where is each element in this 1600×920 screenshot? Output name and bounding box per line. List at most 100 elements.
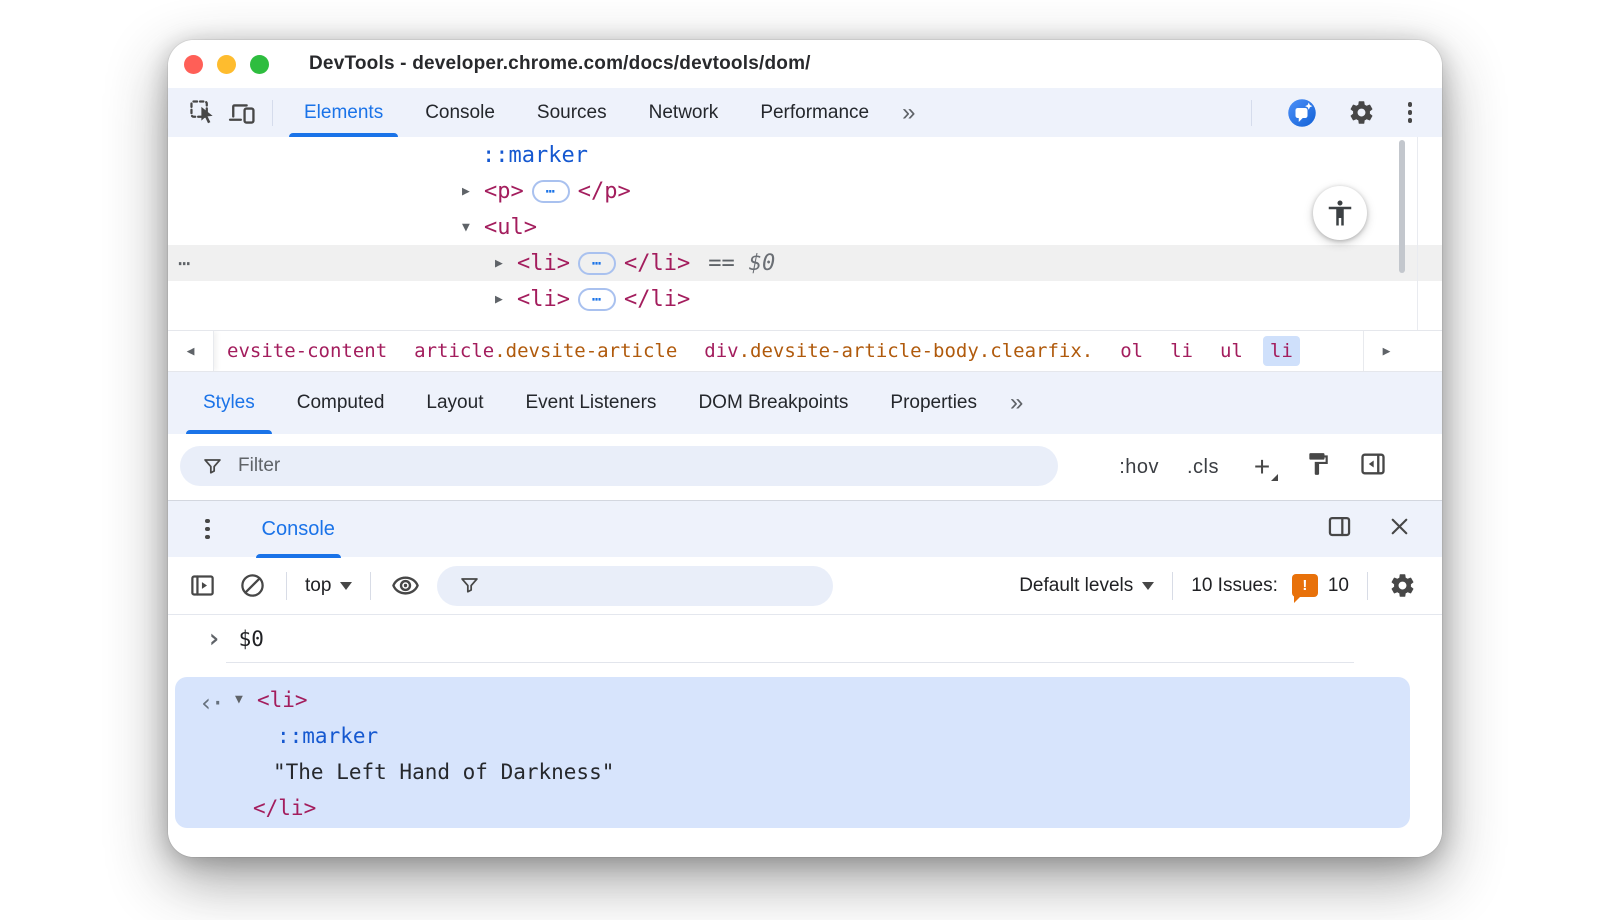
disclosure-open-icon[interactable]: ▼ <box>235 682 257 718</box>
collapsed-children-ellipsis[interactable]: ⋯ <box>531 179 570 203</box>
breadcrumb-scroll-right-icon[interactable]: ▶ <box>1363 331 1409 371</box>
console-prompt-chevron-icon: › <box>206 624 222 654</box>
tab-network[interactable]: Network <box>628 88 740 137</box>
toolbar-separator <box>1250 99 1252 126</box>
result-row-text[interactable]: "The Left Hand of Darkness" <box>175 754 1410 790</box>
tab-computed[interactable]: Computed <box>276 372 406 434</box>
dom-row-li[interactable]: ▶ <li> ⋯ </li> <box>168 281 1442 317</box>
settings-gear-icon[interactable] <box>1342 93 1382 133</box>
li-close-tag: </li> <box>253 796 317 820</box>
device-toolbar-icon[interactable] <box>222 93 262 133</box>
result-row-marker[interactable]: ::marker <box>175 718 1410 754</box>
collapsed-children-ellipsis[interactable]: ⋯ <box>577 287 616 311</box>
more-tabs-icon[interactable]: » <box>890 99 927 127</box>
dom-row-ul[interactable]: ▼ <ul> <box>168 209 1442 245</box>
console-toolbar-right: Default levels 10 Issues: ! 10 <box>1019 570 1418 603</box>
console-messages-area: › $0 ‹· ▼ <li> ::marker "The Left Hand o… <box>168 615 1442 857</box>
dom-breadcrumb-bar: ◀ evsite-content article.devsite-article… <box>168 330 1442 372</box>
vertical-scrollbar[interactable] <box>1399 140 1405 273</box>
toolbar-separator <box>1367 571 1368 600</box>
li-open-tag: <li> <box>257 688 308 712</box>
elements-tree-panel: ::marker ▶ <p> ⋯ </p> ▼ <ul> ⋯ ▶ <li> ⋯ … <box>168 137 1442 330</box>
disclosure-open-icon[interactable]: ▼ <box>462 220 484 235</box>
crumb-li-selected[interactable]: li <box>1262 336 1300 366</box>
tab-performance[interactable]: Performance <box>739 88 890 137</box>
inspect-element-icon[interactable] <box>182 93 222 133</box>
minimize-window-button[interactable] <box>217 54 236 74</box>
main-toolbar-right-tools <box>1241 93 1419 133</box>
console-evaluated-expression: $0 <box>238 627 264 651</box>
dom-row-marker[interactable]: ::marker <box>168 137 1442 173</box>
more-tabs-icon[interactable]: » <box>998 389 1035 417</box>
accessibility-fab-button[interactable] <box>1313 186 1367 240</box>
dom-row-p[interactable]: ▶ <p> ⋯ </p> <box>168 173 1442 209</box>
console-result-selected[interactable]: ‹· ▼ <li> ::marker "The Left Hand of Dar… <box>175 677 1410 828</box>
toggle-hover-state-button[interactable]: :hov <box>1119 456 1159 479</box>
result-row-li-open[interactable]: ▼ <li> <box>175 682 1410 718</box>
dock-panel-left-icon[interactable] <box>1359 450 1387 484</box>
disclosure-closed-icon[interactable]: ▶ <box>495 292 517 307</box>
crumb-devsite-content[interactable]: evsite-content <box>220 336 394 366</box>
tab-dom-breakpoints[interactable]: DOM Breakpoints <box>677 372 869 434</box>
pseudo-element-marker: ::marker <box>277 724 379 748</box>
split-panel-icon[interactable] <box>1326 513 1353 545</box>
p-open-tag: <p> <box>484 178 524 204</box>
toolbar-separator <box>370 571 372 600</box>
breadcrumb: evsite-content article.devsite-article d… <box>220 336 1300 366</box>
node-options-dots-icon[interactable]: ⋯ <box>178 245 191 281</box>
styles-toolbar-buttons: :hov .cls + <box>1119 434 1387 500</box>
pseudo-element-marker[interactable]: ::marker <box>482 143 588 168</box>
li-open-tag: <li> <box>517 250 570 276</box>
tab-sources[interactable]: Sources <box>516 88 628 137</box>
console-settings-gear-icon[interactable] <box>1386 570 1418 602</box>
styles-filter-toolbar: Filter :hov .cls + <box>168 434 1442 500</box>
li-text-content: "The Left Hand of Darkness" <box>273 760 615 784</box>
toggle-element-classes-button[interactable]: .cls <box>1187 456 1219 479</box>
tab-properties[interactable]: Properties <box>869 372 998 434</box>
clear-console-icon[interactable] <box>236 570 268 602</box>
tab-layout[interactable]: Layout <box>405 372 504 434</box>
crumb-div-article-body[interactable]: div.devsite-article-body.clearfix. <box>697 336 1100 366</box>
console-filter-input[interactable] <box>437 565 834 606</box>
fullscreen-window-button[interactable] <box>250 54 269 74</box>
tab-styles[interactable]: Styles <box>182 372 276 434</box>
kebab-menu-icon[interactable] <box>1402 96 1419 129</box>
crumb-ol[interactable]: ol <box>1113 336 1150 366</box>
drawer-kebab-menu-icon[interactable] <box>199 513 216 546</box>
issues-count: 10 <box>1327 574 1349 596</box>
disclosure-closed-icon[interactable]: ▶ <box>462 184 484 199</box>
styles-sidebar-tabbar: Styles Computed Layout Event Listeners D… <box>168 372 1442 434</box>
crumb-article[interactable]: article.devsite-article <box>407 336 684 366</box>
breadcrumb-scroll-left-icon[interactable]: ◀ <box>168 331 214 371</box>
console-sidebar-toggle-icon[interactable] <box>186 570 218 602</box>
issues-warning-icon: ! <box>1291 574 1318 603</box>
issues-counter[interactable]: 10 Issues: ! 10 <box>1191 574 1349 603</box>
li-open-tag: <li> <box>517 286 570 312</box>
console-prompt-row[interactable]: › $0 <box>168 615 1442 663</box>
toolbar-separator <box>286 571 287 600</box>
disclosure-closed-icon[interactable]: ▶ <box>495 256 517 271</box>
tab-elements[interactable]: Elements <box>283 88 404 137</box>
drawer-tab-console[interactable]: Console <box>255 501 342 558</box>
tab-console[interactable]: Console <box>404 88 516 137</box>
p-close-tag: </p> <box>577 178 631 204</box>
format-paint-icon[interactable] <box>1305 451 1331 483</box>
styles-filter-input[interactable]: Filter <box>180 446 1058 486</box>
crumb-ul[interactable]: ul <box>1213 336 1250 366</box>
drawer-header-icons <box>1326 513 1412 545</box>
javascript-context-selector[interactable]: top <box>305 575 353 597</box>
close-window-button[interactable] <box>184 54 203 74</box>
crumb-li[interactable]: li <box>1163 336 1200 366</box>
new-style-rule-button[interactable]: + <box>1247 452 1278 482</box>
collapsed-children-ellipsis[interactable]: ⋯ <box>577 251 616 275</box>
log-levels-selector[interactable]: Default levels <box>1019 575 1155 597</box>
tab-event-listeners[interactable]: Event Listeners <box>504 372 677 434</box>
close-drawer-icon[interactable] <box>1387 514 1412 544</box>
li-close-tag: </li> <box>623 250 691 276</box>
dom-row-li-selected[interactable]: ⋯ ▶ <li> ⋯ </li> == $0 <box>168 245 1442 281</box>
funnel-filter-icon <box>204 458 221 474</box>
scrollbar-gutter <box>1417 137 1418 330</box>
result-row-li-close[interactable]: </li> <box>175 790 1410 826</box>
live-expression-eye-icon[interactable] <box>389 570 421 602</box>
ai-assistant-icon[interactable] <box>1282 93 1322 133</box>
